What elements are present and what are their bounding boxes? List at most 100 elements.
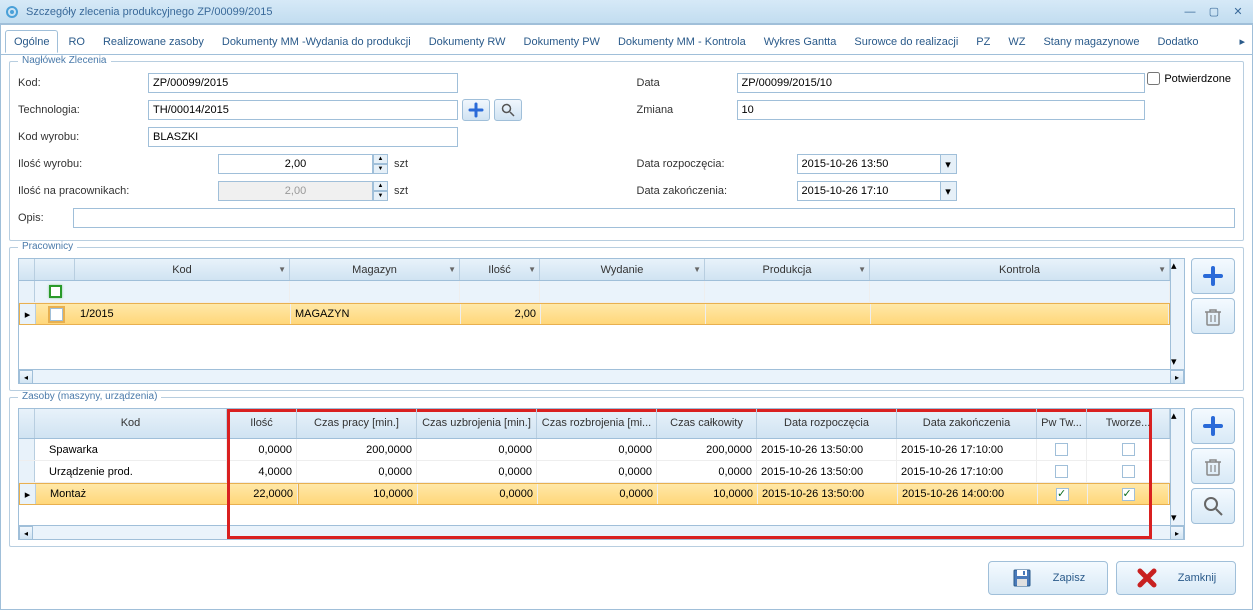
tab-stany-magazynowe[interactable]: Stany magazynowe (1035, 31, 1147, 52)
scroll-down[interactable]: ▾ (1171, 355, 1185, 369)
col-czasrozbr[interactable]: Czas rozbrojenia [mi... (542, 418, 651, 429)
cell-czascalc: 10,0000 (658, 484, 758, 504)
kod-input[interactable] (148, 73, 458, 93)
scroll-up[interactable]: ▴ (1171, 409, 1185, 423)
pracownicy-title: Pracownicy (18, 241, 77, 252)
col-czascalc[interactable]: Czas całkowity (670, 418, 743, 429)
scroll-left[interactable]: ◂ (19, 370, 33, 384)
tab-surowce[interactable]: Surowce do realizacji (846, 31, 966, 52)
table-row[interactable]: Urządzenie prod. 4,0000 0,0000 0,0000 0,… (19, 461, 1170, 483)
tab-dokumenty-pw[interactable]: Dokumenty PW (516, 31, 608, 52)
add-row-button[interactable] (1191, 408, 1235, 444)
iloscw-input[interactable] (218, 154, 373, 174)
vertical-scrollbar[interactable]: ▴ ▾ (1170, 409, 1184, 525)
save-button[interactable]: Zapisz (988, 561, 1108, 595)
minimize-button[interactable]: — (1179, 4, 1201, 20)
col-datazak[interactable]: Data zakończenia (923, 418, 1010, 429)
tw-checkbox[interactable] (1122, 488, 1135, 501)
col-magazyn[interactable]: Magazyn (352, 264, 397, 276)
col-datarozp[interactable]: Data rozpoczęcia (784, 418, 869, 429)
tab-ro[interactable]: RO (60, 31, 93, 52)
iloscprac-up[interactable]: ▲ (373, 181, 388, 191)
col-kod[interactable]: Kod (121, 418, 141, 429)
cell-ilosc: 4,0000 (227, 461, 297, 482)
scroll-right[interactable]: ▸ (1170, 370, 1184, 384)
tab-wykres-gantta[interactable]: Wykres Gantta (756, 31, 845, 52)
zmiana-input[interactable] (737, 100, 1145, 120)
tab-scroll-right[interactable]: ▸ (1236, 35, 1248, 48)
iloscw-down[interactable]: ▼ (373, 164, 388, 174)
opis-input[interactable] (73, 208, 1235, 228)
delete-row-button[interactable] (1191, 298, 1235, 334)
potwierdzone-checkbox[interactable] (1147, 72, 1160, 85)
tab-dodatko[interactable]: Dodatko (1149, 31, 1206, 52)
filter-icon[interactable]: ▼ (693, 265, 701, 274)
table-row[interactable]: Spawarka 0,0000 200,0000 0,0000 0,0000 2… (19, 439, 1170, 461)
horizontal-scrollbar[interactable]: ◂ ▸ (19, 525, 1184, 539)
table-row[interactable] (19, 281, 1170, 303)
horizontal-scrollbar[interactable]: ◂ ▸ (19, 369, 1184, 383)
zasoby-grid[interactable]: Kod Ilość Czas pracy [min.] Czas uzbroje… (18, 408, 1185, 540)
cell-czasuzbr: 0,0000 (418, 484, 538, 504)
tab-dokumenty-rw[interactable]: Dokumenty RW (421, 31, 514, 52)
iloscw-spinner[interactable]: ▲▼ (218, 154, 388, 174)
tw-checkbox[interactable] (1122, 465, 1135, 478)
close-button[interactable]: Zamknij (1116, 561, 1236, 595)
scroll-down[interactable]: ▾ (1171, 511, 1185, 525)
tab-wz[interactable]: WZ (1000, 31, 1033, 52)
close-window-button[interactable]: ✕ (1227, 4, 1249, 20)
datazak-input[interactable] (797, 181, 941, 201)
pw-checkbox[interactable] (1056, 488, 1069, 501)
row-checkbox[interactable] (50, 308, 63, 321)
col-ilosc[interactable]: Ilość (488, 264, 511, 276)
col-pwtw[interactable]: Pw Tw... (1041, 418, 1082, 429)
filter-icon[interactable]: ▼ (278, 265, 286, 274)
tab-ogolne[interactable]: Ogólne (5, 30, 58, 53)
col-czasuzbr[interactable]: Czas uzbrojenia [min.] (422, 418, 531, 429)
datarozp-dropdown[interactable]: ▾ (941, 154, 957, 174)
table-row[interactable]: ▸ 1/2015 MAGAZYN 2,00 (19, 303, 1170, 325)
iloscprac-spinner[interactable]: ▲▼ (218, 181, 388, 201)
col-kod[interactable]: Kod (172, 264, 192, 276)
pw-checkbox[interactable] (1055, 443, 1068, 456)
vertical-scrollbar[interactable]: ▴ ▾ (1170, 259, 1184, 369)
iloscw-up[interactable]: ▲ (373, 154, 388, 164)
scroll-left[interactable]: ◂ (19, 526, 33, 540)
add-row-button[interactable] (1191, 258, 1235, 294)
col-czaspracy[interactable]: Czas pracy [min.] (314, 418, 399, 429)
scroll-up[interactable]: ▴ (1171, 259, 1185, 273)
datarozp-label: Data rozpoczęcia: (637, 158, 797, 170)
delete-row-button[interactable] (1191, 448, 1235, 484)
table-row[interactable]: ▸ Montaż 22,0000 10,0000 0,0000 0,0000 1… (19, 483, 1170, 505)
cell-czasuzbr: 0,0000 (417, 439, 537, 460)
pw-checkbox[interactable] (1055, 465, 1068, 478)
filter-icon[interactable]: ▼ (528, 265, 536, 274)
filter-icon[interactable]: ▼ (448, 265, 456, 274)
tab-dokumenty-mm-kontrola[interactable]: Dokumenty MM - Kontrola (610, 31, 754, 52)
row-checkbox[interactable] (49, 285, 62, 298)
col-produkcja[interactable]: Produkcja (763, 264, 812, 276)
tech-input[interactable] (148, 100, 458, 120)
tab-dokumenty-mm-wydania[interactable]: Dokumenty MM -Wydania do produkcji (214, 31, 419, 52)
tech-add-button[interactable] (462, 99, 490, 121)
col-kontrola[interactable]: Kontrola (999, 264, 1040, 276)
col-wydanie[interactable]: Wydanie (601, 264, 644, 276)
iloscprac-down[interactable]: ▼ (373, 191, 388, 201)
row-indicator-icon (19, 439, 35, 460)
datazak-dropdown[interactable]: ▾ (941, 181, 957, 201)
tw-checkbox[interactable] (1122, 443, 1135, 456)
filter-icon[interactable]: ▼ (1158, 265, 1166, 274)
pracownicy-grid[interactable]: Kod ▼ Magazyn ▼ Ilość ▼ Wydanie ▼ Produkcja ▼… (18, 258, 1185, 384)
filter-icon[interactable]: ▼ (858, 265, 866, 274)
tech-search-button[interactable] (494, 99, 522, 121)
tab-pz[interactable]: PZ (968, 31, 998, 52)
kodw-input[interactable] (148, 127, 458, 147)
datarozp-input[interactable] (797, 154, 941, 174)
col-tworze[interactable]: Tworze... (1106, 418, 1151, 429)
maximize-button[interactable]: ▢ (1203, 4, 1225, 20)
col-ilosc[interactable]: Ilość (250, 418, 273, 429)
tab-realizowane-zasoby[interactable]: Realizowane zasoby (95, 31, 212, 52)
search-button[interactable] (1191, 488, 1235, 524)
data-input[interactable] (737, 73, 1145, 93)
scroll-right[interactable]: ▸ (1170, 526, 1184, 540)
